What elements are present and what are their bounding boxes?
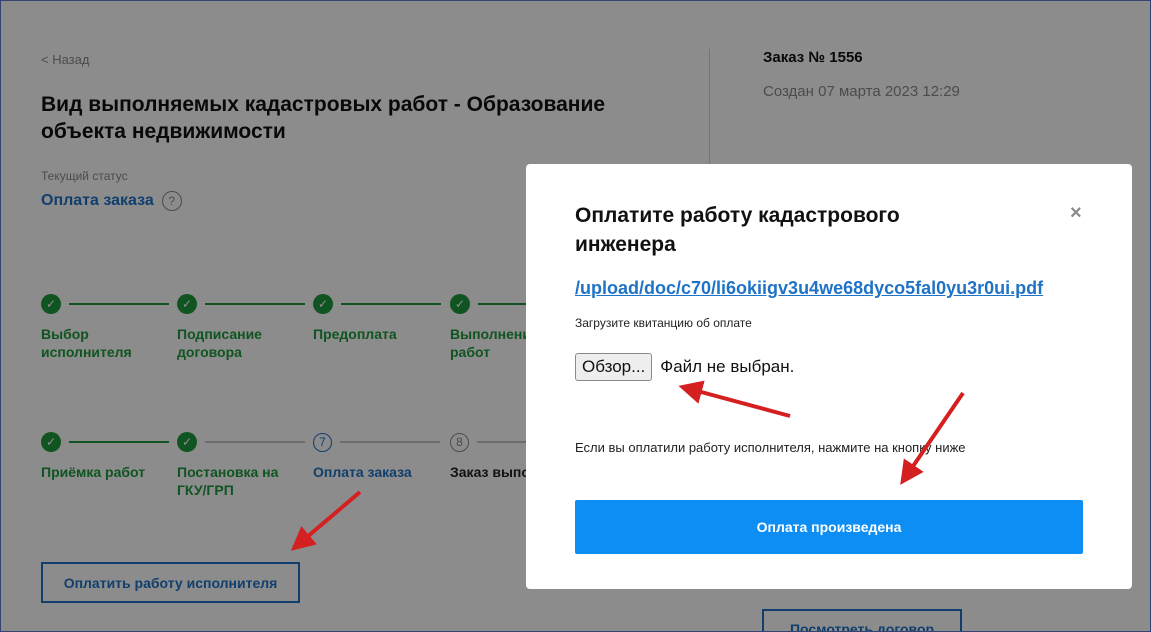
browse-button[interactable]: Обзор... bbox=[575, 353, 653, 381]
modal-title: Оплатите работу кадастрового инженера bbox=[575, 204, 900, 256]
no-file-text: Файл не выбран. bbox=[660, 357, 795, 376]
invoice-file-link[interactable]: /upload/doc/c70/li6okiigv3u4we68dyco5fal… bbox=[575, 278, 1043, 299]
payment-done-button[interactable]: Оплата произведена bbox=[575, 500, 1083, 554]
payment-modal: Оплатите работу кадастрового инженера × … bbox=[526, 164, 1132, 589]
upload-hint: Загрузите квитанцию об оплате bbox=[575, 316, 752, 330]
close-icon[interactable]: × bbox=[1070, 202, 1082, 225]
payment-note: Если вы оплатили работу исполнителя, наж… bbox=[575, 440, 966, 455]
file-input: Обзор... Файл не выбран. bbox=[575, 353, 794, 381]
